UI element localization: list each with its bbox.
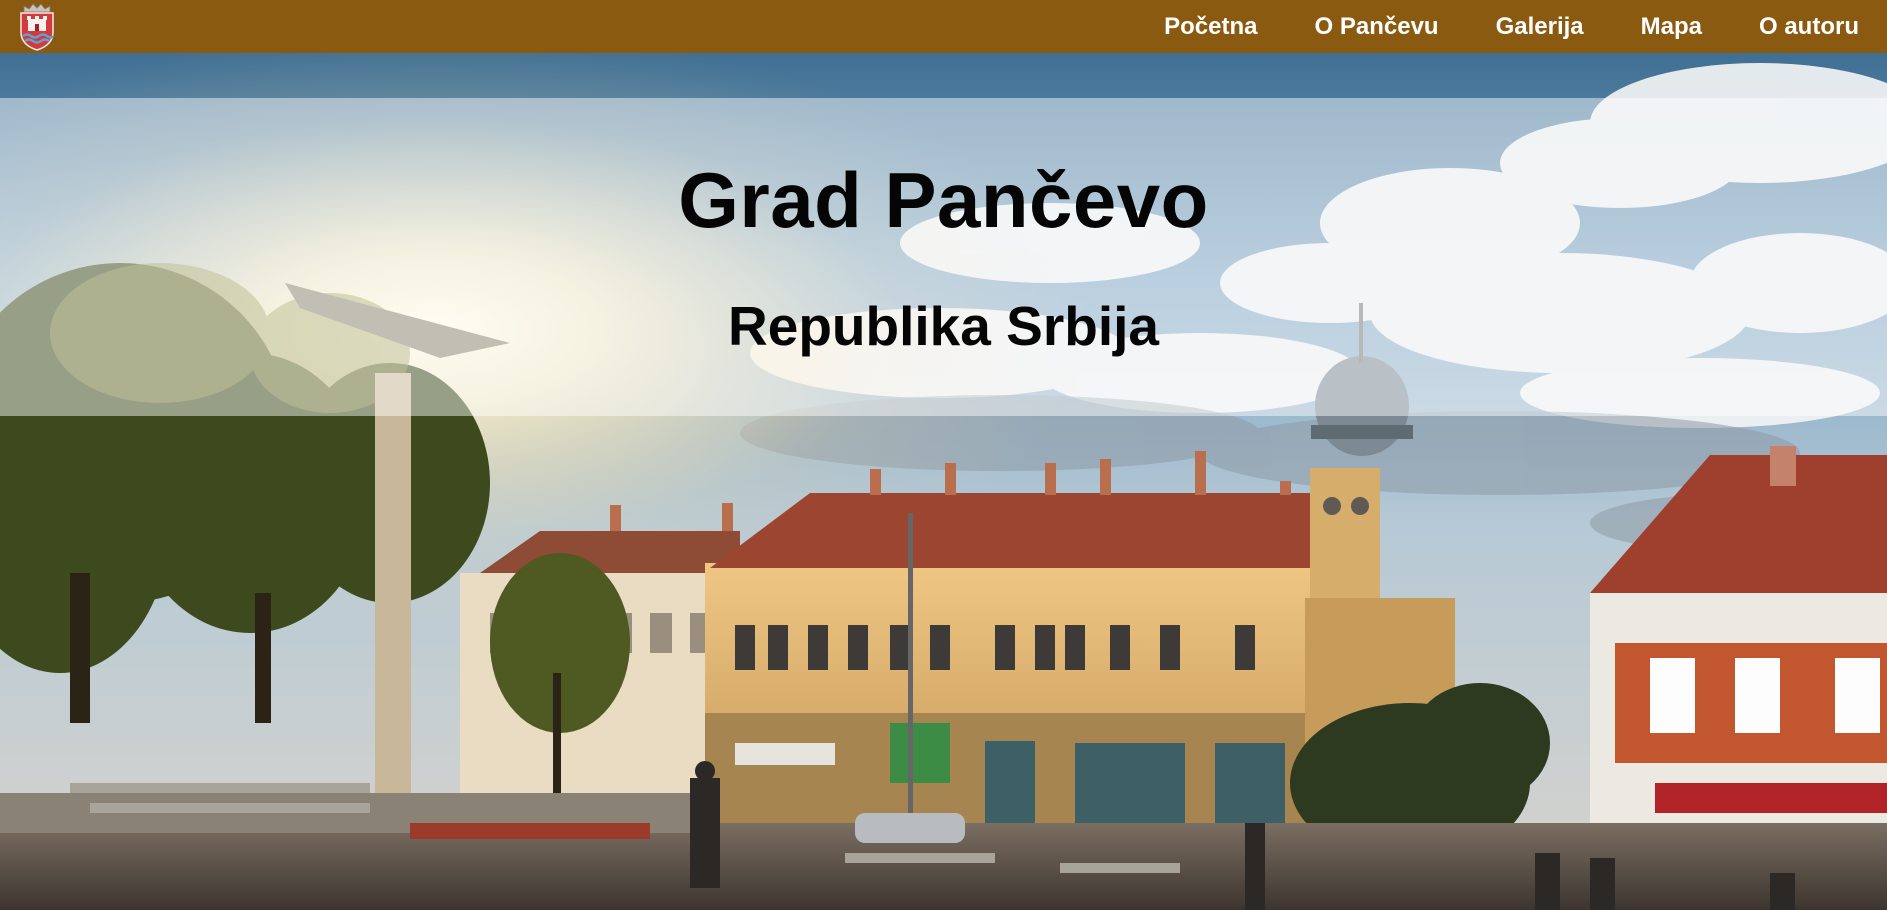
title-banner <box>0 98 1887 416</box>
nav-link-galerija[interactable]: Galerija <box>1496 13 1584 41</box>
page-title: Grad Pančevo <box>678 156 1209 244</box>
nav-link-o-pancevu[interactable]: O Pančevu <box>1315 13 1439 41</box>
main-navigation: Početna O Pančevu Galerija Mapa O autoru <box>1107 13 1859 41</box>
top-navbar: Početna O Pančevu Galerija Mapa O autoru <box>0 0 1887 53</box>
nav-link-pocetna[interactable]: Početna <box>1164 13 1257 41</box>
nav-link-mapa[interactable]: Mapa <box>1641 13 1702 41</box>
city-coat-of-arms-icon[interactable] <box>17 2 57 51</box>
page-subtitle: Republika Srbija <box>728 295 1159 357</box>
nav-link-o-autoru[interactable]: O autoru <box>1759 13 1859 41</box>
